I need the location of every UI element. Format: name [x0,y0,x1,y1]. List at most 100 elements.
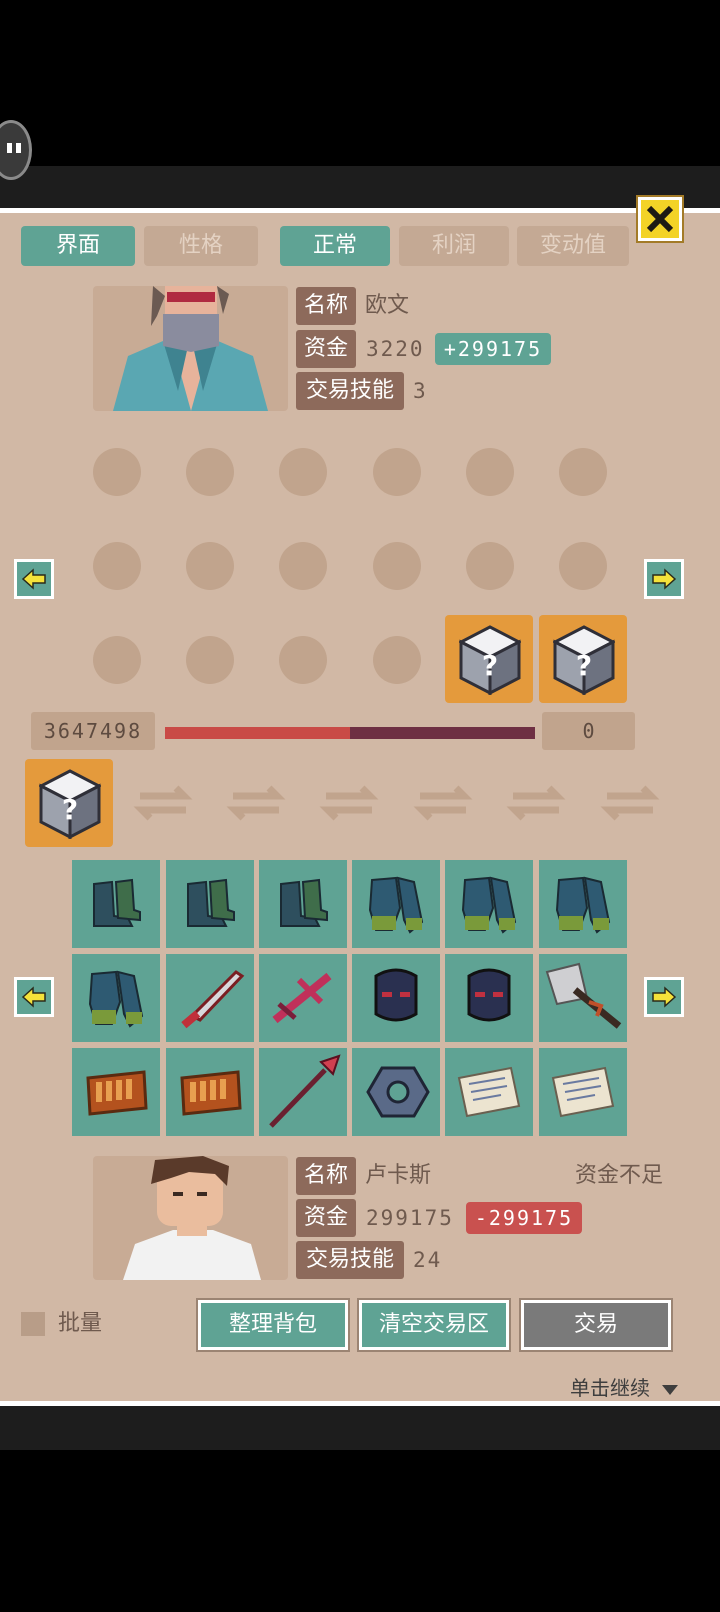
merchant-slot[interactable] [279,636,327,684]
red-blade-icon [181,970,245,1029]
trade-balance-fill [165,727,350,739]
inventory-slot[interactable] [539,1048,627,1136]
merchant-slot[interactable] [373,636,421,684]
merchant-slot[interactable] [93,448,141,496]
merchant-name-label: 名称 [296,287,356,325]
swap-icon [133,785,193,821]
tab-change-value[interactable]: 变动值 [517,226,629,266]
inventory-next-page-button[interactable] [644,977,684,1017]
inventory-slot[interactable] [72,1048,160,1136]
inventory-slot[interactable] [445,1048,533,1136]
inventory-slot[interactable] [166,860,254,948]
chevron-down-icon [662,1384,679,1395]
inventory-slot[interactable] [259,860,347,948]
boots-icon [280,878,328,927]
mystery-box-icon: ? [39,769,101,839]
swap-icon [319,785,379,821]
merchant-slot[interactable] [93,542,141,590]
player-name-label: 名称 [296,1157,356,1195]
inventory-slot[interactable] [352,1048,440,1136]
merchant-skill-label: 交易技能 [296,372,404,410]
batch-label: 批量 [58,1311,103,1336]
clear-trade-area-button[interactable]: 清空交易区 [357,1298,511,1352]
gauntlets-icon [368,876,424,934]
inventory-slot[interactable] [259,1048,347,1136]
player-funds-delta: -299175 [466,1202,582,1234]
inventory-slot[interactable] [72,860,160,948]
inventory-slot[interactable] [445,860,533,948]
dark-mask-icon [467,968,511,1022]
boots-icon [93,878,141,927]
merchant-slot[interactable] [466,448,514,496]
ammo-belt-icon [180,1070,242,1116]
player-funds-label: 资金 [296,1199,356,1237]
tab-interface[interactable]: 界面 [21,226,135,266]
merchant-slot[interactable] [373,542,421,590]
inventory-prev-page-button[interactable] [14,977,54,1017]
player-inventory-grid [72,860,628,1136]
swap-icon [506,785,566,821]
player-name: 卢卡斯 [365,1163,432,1188]
close-button[interactable] [636,195,684,243]
inventory-slot[interactable] [352,954,440,1042]
inventory-slot[interactable] [445,954,533,1042]
arrow-right-icon [652,568,677,590]
merchant-name: 欧文 [365,293,410,318]
merchant-funds: 3220 [366,337,425,361]
dialog-bar [0,1406,720,1450]
sort-bag-button[interactable]: 整理背包 [196,1298,350,1352]
merchant-slot[interactable] [186,448,234,496]
swap-icon [600,785,660,821]
trade-left-value-box: 3647498 [31,712,155,750]
mystery-box-icon: ? [459,625,521,695]
trade-right-value: 0 [582,719,595,743]
trade-right-value-box: 0 [542,712,635,750]
merchant-funds-delta: +299175 [435,333,551,365]
player-skill-label: 交易技能 [296,1241,404,1279]
tab-personality[interactable]: 性格 [144,226,258,266]
arrow-left-icon [21,986,46,1008]
merchant-slot[interactable] [373,448,421,496]
trade-button[interactable]: 交易 [519,1298,673,1352]
merchant-slot[interactable] [279,448,327,496]
arrow-left-icon [21,568,46,590]
mystery-box-icon: ? [553,625,615,695]
trade-slot-mystery-box[interactable]: ? [25,759,113,847]
merchant-funds-label: 资金 [296,330,356,368]
paper-note-icon [551,1066,615,1118]
svg-text:?: ? [576,649,592,682]
merchant-slot[interactable] [559,448,607,496]
merchant-slot[interactable] [186,542,234,590]
trade-left-value: 3647498 [43,719,143,743]
arrow-right-icon [652,986,677,1008]
merchant-skill: 3 [413,379,428,403]
gauntlets-icon [88,970,144,1028]
svg-text:?: ? [482,649,498,682]
trade-balance-bar [165,727,535,739]
inventory-slot[interactable] [166,954,254,1042]
merchant-slot[interactable] [466,542,514,590]
merchant-slot[interactable] [186,636,234,684]
paper-note-icon [457,1066,521,1118]
close-icon [646,205,674,233]
tab-normal[interactable]: 正常 [280,226,390,266]
player-portrait [93,1156,288,1280]
inventory-slot[interactable] [539,860,627,948]
spear-icon [269,1054,341,1128]
inventory-slot[interactable] [259,954,347,1042]
merchant-slot[interactable] [93,636,141,684]
merchant-slot[interactable] [559,542,607,590]
mystery-box-slot[interactable]: ? [539,615,627,703]
continue-hint[interactable]: 单击继续 [570,1373,679,1403]
swap-icon [226,785,286,821]
mystery-box-slot[interactable]: ? [445,615,533,703]
inventory-slot[interactable] [539,954,627,1042]
merchant-prev-page-button[interactable] [14,559,54,599]
merchant-next-page-button[interactable] [644,559,684,599]
inventory-slot[interactable] [352,860,440,948]
inventory-slot[interactable] [166,1048,254,1136]
batch-checkbox[interactable] [21,1312,45,1336]
merchant-slot[interactable] [279,542,327,590]
tab-profit[interactable]: 利润 [399,226,509,266]
inventory-slot[interactable] [72,954,160,1042]
